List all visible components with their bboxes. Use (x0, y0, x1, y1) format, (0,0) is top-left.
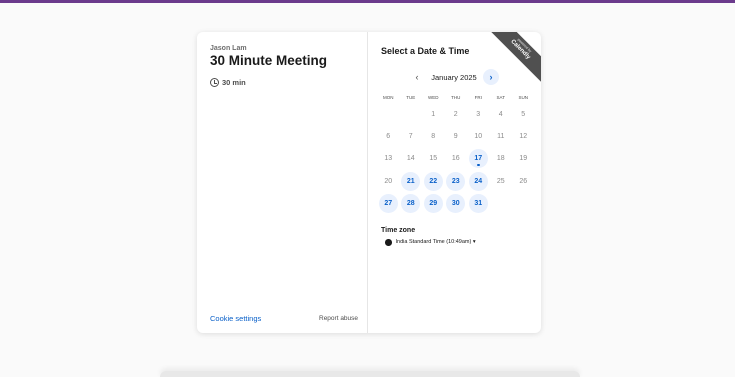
day-number: 11 (497, 132, 505, 140)
day-number: 27 (378, 193, 398, 213)
day-cell[interactable]: 21 (400, 170, 423, 192)
top-accent-bar (0, 0, 735, 3)
day-cell: 11 (490, 125, 513, 147)
day-number: 26 (519, 177, 528, 185)
bottom-panel-edge (160, 371, 580, 377)
chevron-right-icon[interactable]: › (482, 69, 499, 85)
day-cell: 6 (377, 125, 400, 147)
day-cell[interactable]: 28 (400, 192, 423, 214)
weekday-label: SUN (518, 95, 528, 100)
day-number: 18 (496, 155, 505, 163)
day-number: 6 (386, 132, 391, 140)
duration-text: 30 min (222, 78, 246, 87)
timezone-select[interactable]: India Standard Time (10:49am) ▾ (385, 239, 476, 246)
day-number: 31 (468, 193, 488, 213)
day-number: 10 (474, 132, 483, 140)
day-cell: 10 (467, 125, 490, 147)
weekday-label: TUE (406, 95, 416, 100)
day-number: 9 (453, 132, 458, 140)
day-cell: 14 (400, 148, 423, 170)
event-title: 30 Minute Meeting (210, 53, 328, 68)
day-cell: 26 (512, 170, 535, 192)
month-navigation: ‹ January 2025 › (409, 69, 499, 85)
day-cell[interactable]: 17 (467, 148, 490, 170)
clock-icon (210, 78, 219, 87)
globe-icon (385, 239, 392, 246)
day-number: 16 (451, 155, 460, 163)
weekday-label: MON (383, 95, 394, 100)
calendar-grid: 1 2 3 4 5 6 7 8 9 10 11 12 13 14 15 16 17 18 19 20 21 22 23 24 2… (377, 103, 535, 214)
weekday-label: THU (451, 95, 461, 100)
report-abuse-link[interactable]: Report abuse (319, 315, 358, 322)
day-number: 2 (453, 110, 458, 118)
event-details-panel: Jason Lam 30 Minute Meeting 30 min Cooki… (197, 32, 368, 333)
day-number: 4 (498, 110, 503, 118)
day-cell: 8 (422, 125, 445, 147)
day-number: 28 (401, 193, 421, 213)
day-cell: 3 (467, 103, 490, 125)
host-name: Jason Lam (210, 45, 247, 52)
empty-day-cell (400, 103, 423, 125)
day-cell[interactable]: 27 (377, 192, 400, 214)
day-cell: 16 (445, 148, 468, 170)
day-cell[interactable]: 29 (422, 192, 445, 214)
day-number: 20 (384, 177, 393, 185)
booking-card: Jason Lam 30 Minute Meeting 30 min Cooki… (197, 32, 541, 333)
day-number: 15 (429, 155, 438, 163)
day-number: 22 (423, 171, 443, 191)
day-cell[interactable]: 31 (467, 192, 490, 214)
day-number: 7 (408, 132, 413, 140)
event-duration: 30 min (210, 78, 246, 87)
day-number: 23 (446, 171, 466, 191)
weekday-header: MON TUE WED THU FRI SAT SUN (377, 95, 535, 100)
day-number: 1 (431, 110, 436, 118)
empty-day-cell (377, 103, 400, 125)
day-cell: 1 (422, 103, 445, 125)
day-cell[interactable]: 24 (467, 170, 490, 192)
weekday-label: SAT (496, 95, 505, 100)
day-number: 13 (384, 155, 393, 163)
calendar-heading: Select a Date & Time (381, 46, 470, 56)
day-number: 25 (496, 177, 505, 185)
day-number: 29 (423, 193, 443, 213)
calendar-panel: powered by Calendly Select a Date & Time… (368, 32, 541, 333)
day-cell: 9 (445, 125, 468, 147)
day-cell[interactable]: 22 (422, 170, 445, 192)
day-number: 21 (401, 171, 421, 191)
day-number: 5 (521, 110, 526, 118)
day-cell: 15 (422, 148, 445, 170)
ribbon-powered-by: powered by (516, 37, 533, 54)
day-cell[interactable]: 23 (445, 170, 468, 192)
day-number: 12 (519, 132, 528, 140)
day-number: 24 (468, 171, 488, 191)
day-cell: 25 (490, 170, 513, 192)
day-cell: 5 (512, 103, 535, 125)
day-cell: 2 (445, 103, 468, 125)
day-number: 14 (406, 155, 415, 163)
day-number: 8 (431, 132, 436, 140)
timezone-value: India Standard Time (10:49am) ▾ (395, 239, 476, 246)
day-cell: 7 (400, 125, 423, 147)
weekday-label: WED (428, 95, 439, 100)
cookie-settings-link[interactable]: Cookie settings (210, 314, 261, 323)
chevron-left-icon[interactable]: ‹ (409, 69, 425, 85)
day-number: 30 (446, 193, 466, 213)
day-cell: 18 (490, 148, 513, 170)
day-cell: 12 (512, 125, 535, 147)
day-cell: 13 (377, 148, 400, 170)
day-cell: 19 (512, 148, 535, 170)
weekday-label: FRI (474, 95, 482, 100)
today-indicator (477, 163, 480, 167)
month-label: January 2025 (431, 72, 477, 82)
day-cell: 20 (377, 170, 400, 192)
day-cell: 4 (490, 103, 513, 125)
day-number: 19 (519, 155, 528, 163)
day-number: 3 (476, 110, 481, 118)
timezone-label: Time zone (381, 227, 416, 234)
day-cell[interactable]: 30 (445, 192, 468, 214)
